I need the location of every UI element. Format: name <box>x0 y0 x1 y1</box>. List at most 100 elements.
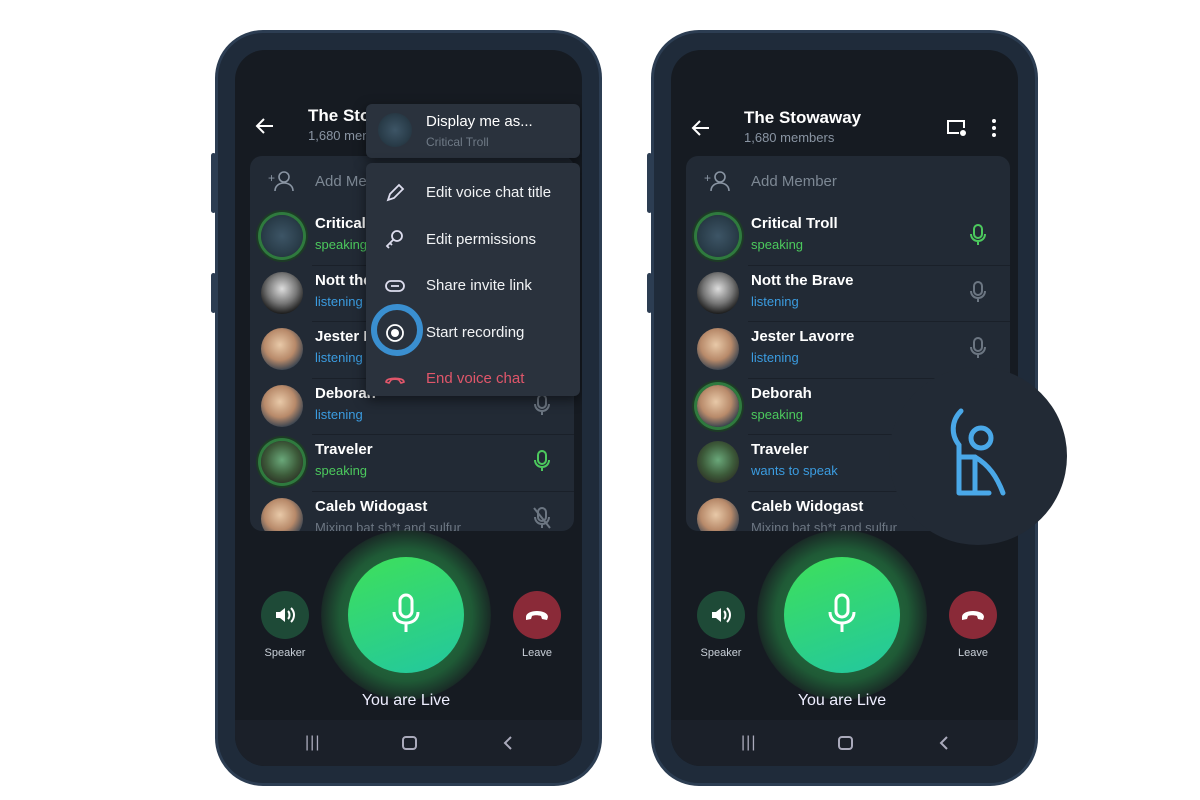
avatar <box>261 441 303 483</box>
menu-item[interactable]: Edit voice chat title <box>366 173 580 213</box>
participant-name: Traveler <box>315 441 373 458</box>
participant-status: speaking <box>751 237 804 252</box>
add-member-button[interactable]: + <box>704 170 730 197</box>
avatar <box>697 328 739 370</box>
row-divider <box>312 490 574 492</box>
leave-button[interactable] <box>949 591 997 639</box>
avatar <box>697 271 739 314</box>
row-divider <box>748 264 1010 266</box>
avatar <box>697 384 739 427</box>
mic-icon[interactable] <box>968 280 988 309</box>
screen-share-icon[interactable] <box>946 119 968 137</box>
main-mic-button[interactable] <box>348 557 464 673</box>
chat-title: The Sto <box>308 106 371 125</box>
member-count: 1,680 members <box>744 130 835 145</box>
speaker-button[interactable] <box>697 591 745 639</box>
participant-status: Mixing bat sh*t and sulfur <box>315 519 461 532</box>
mic-icon[interactable] <box>968 223 988 252</box>
home-icon[interactable] <box>838 736 853 750</box>
participant-row[interactable]: Caleb Widogast Mixing bat sh*t and sulfur <box>250 490 574 532</box>
menu-item-label: Edit voice chat title <box>426 184 552 201</box>
leave-label: Leave <box>522 647 552 659</box>
member-count: 1,680 mem <box>308 128 374 143</box>
participant-name: Critical <box>315 215 366 232</box>
chat-title: The Stowaway <box>744 108 862 127</box>
highlight-ring <box>371 304 423 356</box>
menu-item[interactable]: Edit permissions <box>366 220 580 260</box>
menu-item-label: Share invite link <box>426 277 532 294</box>
avatar <box>261 497 303 531</box>
nav-back-icon[interactable] <box>938 735 950 751</box>
side-button <box>647 153 652 213</box>
leave-label: Leave <box>958 647 988 659</box>
participant-row[interactable]: Critical Troll speaking <box>686 208 1010 264</box>
mic-icon[interactable] <box>968 336 988 365</box>
raise-hand-icon <box>950 408 1006 496</box>
avatar <box>697 441 739 483</box>
nav-back-icon[interactable] <box>502 735 514 751</box>
svg-text:+: + <box>704 171 711 185</box>
participant-name: Jester Lavorre <box>751 328 855 345</box>
avatar <box>261 215 303 257</box>
hangup-icon <box>384 368 406 395</box>
participant-name: Deborah <box>751 384 812 402</box>
row-divider <box>748 321 1010 322</box>
participant-name: Caleb Widogast <box>315 497 428 515</box>
voice-status: You are Live <box>361 692 451 709</box>
add-user-icon: + <box>704 171 730 192</box>
speaker-label: Speaker <box>700 647 742 659</box>
speaker-label: Speaker <box>264 647 306 659</box>
mic-icon[interactable] <box>532 449 552 478</box>
participant-status: listening <box>315 350 363 365</box>
main-mic-button[interactable] <box>784 557 900 673</box>
participant-status: speaking <box>751 406 804 422</box>
svg-text:+: + <box>268 171 275 185</box>
menu-item[interactable]: End voice chat <box>366 359 580 399</box>
home-icon[interactable] <box>402 736 417 750</box>
speaker-icon <box>274 605 298 630</box>
participant-name: Nott the Brave <box>751 271 854 289</box>
participant-status: listening <box>315 406 363 422</box>
android-nav-bar: ||| <box>671 720 1018 766</box>
menu-item[interactable]: Share invite link <box>366 266 580 306</box>
add-member-label: Add Member <box>751 173 837 190</box>
participant-row[interactable]: Nott the Brave listening <box>686 264 1010 321</box>
participant-row[interactable]: Traveler speaking <box>250 434 574 490</box>
avatar <box>261 328 303 370</box>
display-as-subtitle: Critical Troll <box>426 135 489 149</box>
speaker-icon <box>710 605 734 630</box>
recents-icon[interactable]: ||| <box>305 734 320 752</box>
avatar <box>261 271 303 314</box>
display-as-menu[interactable]: Display me as... Critical Troll <box>366 104 580 158</box>
leave-button[interactable] <box>513 591 561 639</box>
raise-hand-callout <box>889 367 1067 545</box>
participant-name: Critical Troll <box>751 215 838 232</box>
add-member-button[interactable]: + <box>268 170 294 197</box>
avatar <box>697 215 739 257</box>
avatar <box>261 384 303 427</box>
key-icon <box>384 229 406 256</box>
participant-name: Caleb Widogast <box>751 497 864 515</box>
back-arrow-icon[interactable] <box>691 119 711 137</box>
hangup-icon <box>961 607 985 628</box>
back-arrow-icon[interactable] <box>255 117 275 135</box>
menu-item-label: Edit permissions <box>426 230 537 248</box>
participant-status: wants to speak <box>751 463 838 478</box>
microphone-icon <box>391 593 421 640</box>
recents-icon[interactable]: ||| <box>741 734 756 752</box>
screen: The Sto 1,680 mem + Add Mem Critical speaki… <box>235 50 582 766</box>
participant-status: Mixing bat sh*t and sulfur <box>751 519 897 532</box>
microphone-icon <box>827 593 857 640</box>
side-button <box>211 273 216 313</box>
phone-left: The Sto 1,680 mem + Add Mem Critical speaki… <box>211 30 602 786</box>
pencil-icon <box>384 182 406 209</box>
link-icon <box>384 275 406 302</box>
participant-status: speaking <box>315 463 368 478</box>
more-options-icon[interactable] <box>991 118 997 138</box>
speaker-button[interactable] <box>261 591 309 639</box>
hangup-icon <box>525 607 549 628</box>
participant-status: listening <box>751 293 799 309</box>
row-divider <box>312 434 574 435</box>
mic-off-icon[interactable] <box>532 506 552 532</box>
voice-status: You are Live <box>797 692 887 709</box>
